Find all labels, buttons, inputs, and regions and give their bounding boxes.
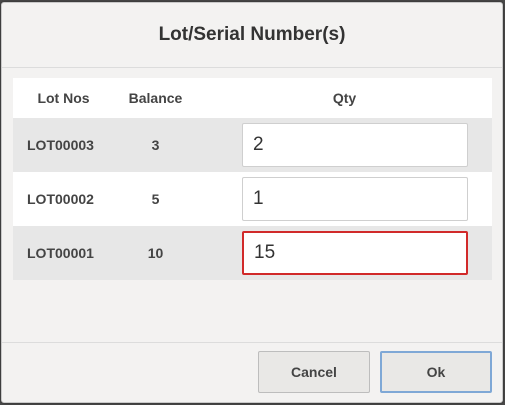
lot-number-cell: LOT00003 — [27, 137, 94, 153]
table-row: LOT00001 10 — [13, 226, 492, 280]
qty-input-error[interactable] — [242, 231, 468, 275]
dialog-header: Lot/Serial Number(s) — [2, 3, 502, 68]
qty-cell — [197, 226, 492, 280]
lot-number-cell: LOT00001 — [27, 245, 94, 261]
table-row: LOT00002 5 — [13, 172, 492, 226]
dialog-footer: Cancel Ok — [2, 342, 502, 402]
dialog-body: Lot Nos Balance Qty LOT00003 3 LOT00002 … — [2, 68, 502, 343]
cancel-button[interactable]: Cancel — [258, 351, 370, 393]
lot-serial-dialog: Lot/Serial Number(s) Lot Nos Balance Qty… — [1, 2, 503, 403]
lot-table: Lot Nos Balance Qty LOT00003 3 LOT00002 … — [13, 78, 492, 280]
lot-number-cell: LOT00002 — [27, 191, 94, 207]
column-header-qty: Qty — [332, 90, 357, 106]
ok-button[interactable]: Ok — [380, 351, 492, 393]
qty-cell — [197, 172, 492, 226]
column-header-lot: Lot Nos — [37, 90, 90, 106]
balance-cell: 5 — [151, 191, 160, 207]
balance-cell: 10 — [147, 245, 164, 261]
balance-cell: 3 — [151, 137, 160, 153]
table-header-row: Lot Nos Balance Qty — [13, 78, 492, 118]
qty-input[interactable] — [242, 177, 468, 221]
dialog-title: Lot/Serial Number(s) — [158, 24, 346, 45]
qty-cell — [197, 118, 492, 172]
table-row: LOT00003 3 — [13, 118, 492, 172]
column-header-balance: Balance — [128, 90, 183, 106]
qty-input[interactable] — [242, 123, 468, 167]
